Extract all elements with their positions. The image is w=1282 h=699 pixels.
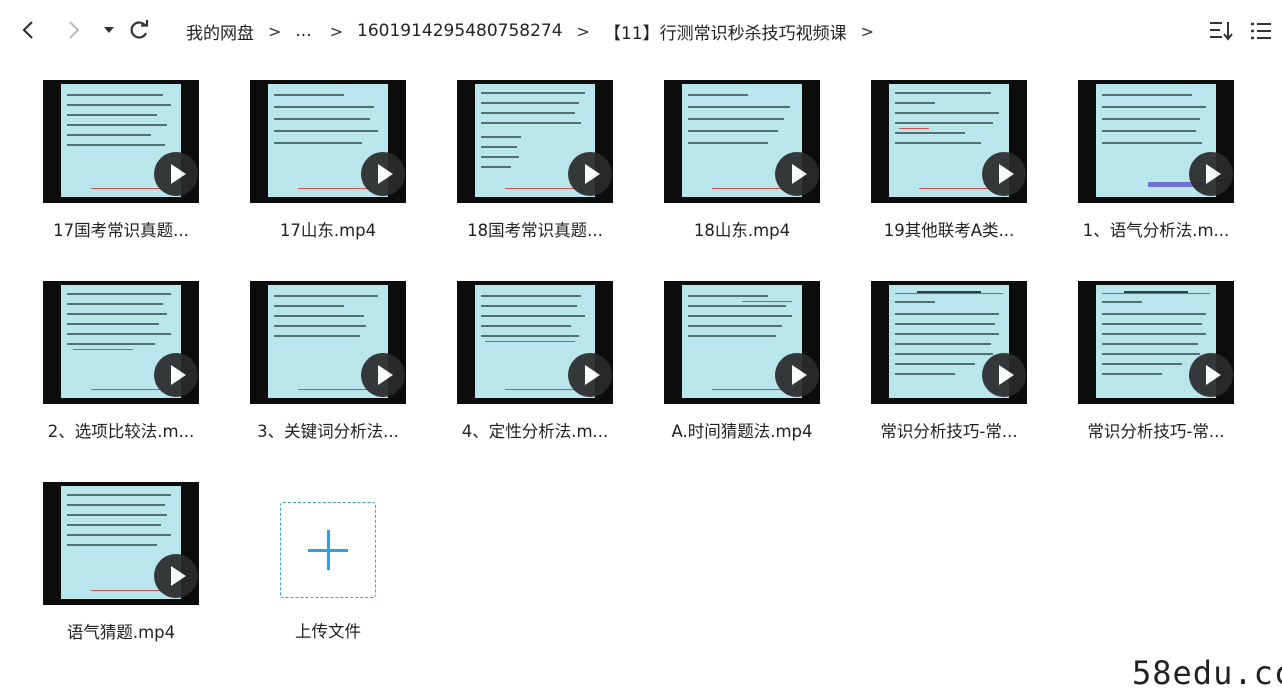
toolbar: 我的网盘 > ... > 1601914295480758274 > 【11】行…: [0, 0, 1282, 62]
file-name: 17山东.mp4: [279, 221, 377, 240]
file-name: 常识分析技巧-常...: [880, 422, 1018, 441]
file-name: 4、定性分析法.m...: [461, 422, 609, 441]
file-tile[interactable]: 1、语气分析法.m...: [1052, 80, 1244, 260]
file-tile[interactable]: 3、关键词分析法...: [224, 281, 416, 461]
file-tile[interactable]: 常识分析技巧-常...: [845, 281, 1037, 461]
file-tile[interactable]: 4、定性分析法.m...: [431, 281, 623, 461]
play-icon: [568, 152, 612, 196]
file-name: 2、选项比较法.m...: [47, 422, 195, 441]
play-icon: [1189, 152, 1233, 196]
file-tile[interactable]: 19其他联考A类...: [845, 80, 1037, 260]
file-name: 3、关键词分析法...: [257, 422, 399, 441]
refresh-button[interactable]: [125, 16, 153, 44]
video-thumbnail: [457, 80, 613, 203]
breadcrumb-item-current-folder[interactable]: 【11】行测常识秒杀技巧视频课: [604, 19, 847, 44]
file-name: A.时间猜题法.mp4: [671, 422, 813, 441]
breadcrumb: 我的网盘 > ... > 1601914295480758274 > 【11】行…: [186, 19, 888, 44]
video-thumbnail: [871, 281, 1027, 404]
video-thumbnail: [43, 482, 199, 605]
play-icon: [982, 353, 1026, 397]
play-icon: [1189, 353, 1233, 397]
list-view-button[interactable]: [1248, 18, 1274, 44]
file-tile[interactable]: 18国考常识真题...: [431, 80, 623, 260]
file-name: 1、语气分析法.m...: [1082, 221, 1230, 240]
sort-button[interactable]: [1208, 18, 1234, 44]
file-tile[interactable]: 2、选项比较法.m...: [17, 281, 209, 461]
play-icon: [568, 353, 612, 397]
file-name: 17国考常识真题...: [53, 221, 189, 240]
file-name: 18国考常识真题...: [467, 221, 603, 240]
chevron-right-icon: [69, 21, 80, 39]
file-tile[interactable]: A.时间猜题法.mp4: [638, 281, 830, 461]
forward-button[interactable]: [60, 16, 88, 44]
file-tile[interactable]: 语气猜题.mp4: [17, 482, 209, 662]
file-name: 常识分析技巧-常...: [1087, 422, 1225, 441]
play-icon: [775, 353, 819, 397]
file-tile[interactable]: 常识分析技巧-常...: [1052, 281, 1244, 461]
play-icon: [775, 152, 819, 196]
breadcrumb-item-folder-id[interactable]: 1601914295480758274: [357, 21, 563, 41]
upload-file-label: 上传文件: [295, 622, 361, 641]
breadcrumb-item-my-drive[interactable]: 我的网盘: [186, 19, 254, 44]
video-thumbnail: [1078, 80, 1234, 203]
file-name: 18山东.mp4: [693, 221, 791, 240]
video-thumbnail: [871, 80, 1027, 203]
breadcrumb-item-ellipsis[interactable]: ...: [295, 21, 311, 41]
video-thumbnail: [664, 281, 820, 404]
video-thumbnail: [664, 80, 820, 203]
play-icon: [154, 152, 198, 196]
chevron-left-icon: [22, 21, 33, 39]
file-tile[interactable]: 17国考常识真题...: [17, 80, 209, 260]
video-thumbnail: [1078, 281, 1234, 404]
video-thumbnail: [250, 281, 406, 404]
play-icon: [361, 353, 405, 397]
breadcrumb-separator: >: [576, 21, 590, 41]
play-icon: [154, 554, 198, 598]
list-view-icon: [1251, 22, 1271, 40]
play-icon: [361, 152, 405, 196]
sort-icon: [1210, 22, 1233, 41]
video-thumbnail: [457, 281, 613, 404]
file-name: 语气猜题.mp4: [66, 623, 176, 642]
back-button[interactable]: [14, 16, 42, 44]
play-icon: [982, 152, 1026, 196]
history-dropdown-button[interactable]: [95, 16, 123, 44]
video-thumbnail: [250, 80, 406, 203]
video-thumbnail: [43, 281, 199, 404]
breadcrumb-separator: >: [860, 21, 874, 41]
file-tile[interactable]: 18山东.mp4: [638, 80, 830, 260]
caret-down-icon: [104, 27, 114, 33]
play-icon: [154, 353, 198, 397]
file-name: 19其他联考A类...: [883, 221, 1015, 240]
video-thumbnail: [43, 80, 199, 203]
breadcrumb-separator: >: [268, 21, 282, 41]
file-tile[interactable]: 17山东.mp4: [224, 80, 416, 260]
breadcrumb-separator: >: [329, 21, 344, 41]
upload-file-button[interactable]: [280, 502, 376, 598]
refresh-icon: [130, 20, 149, 39]
watermark: 58edu.cc: [1132, 654, 1282, 692]
